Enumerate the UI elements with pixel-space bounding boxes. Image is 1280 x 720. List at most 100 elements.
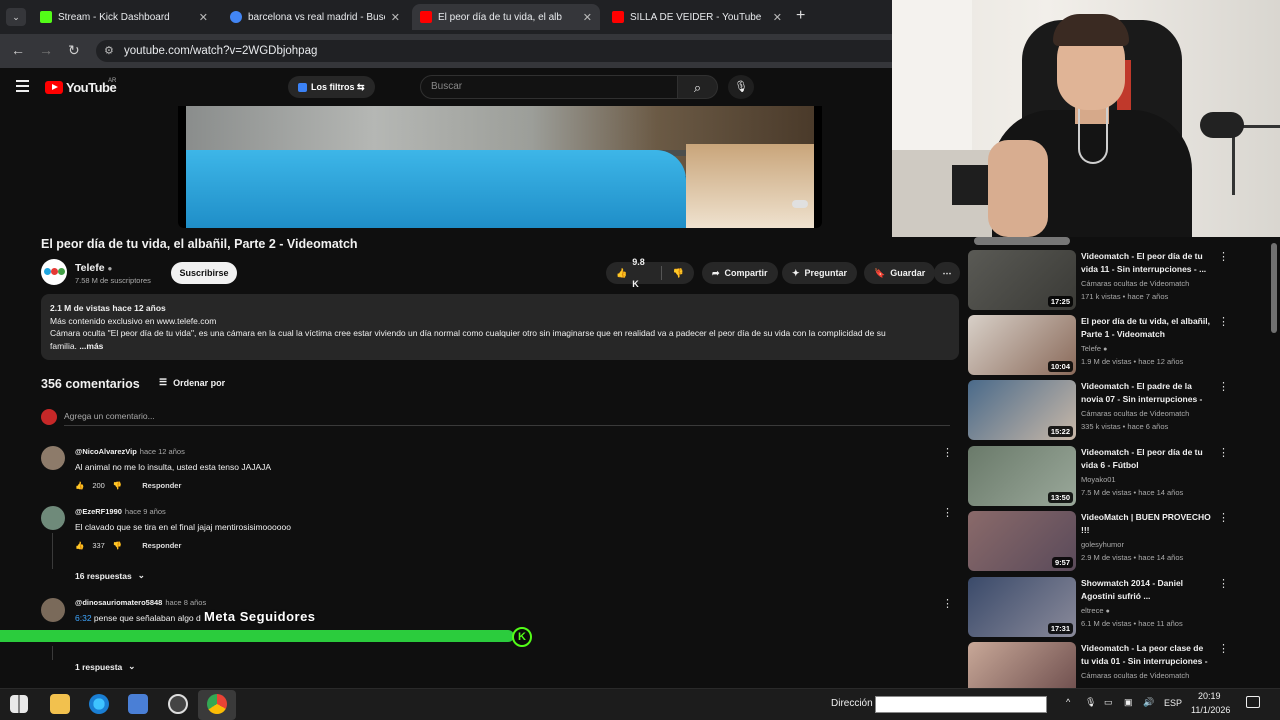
- related-video[interactable]: 17:25 Videomatch - El peor día de tu vid…: [968, 250, 1268, 310]
- share-icon: ➦: [712, 268, 720, 278]
- new-tab-button[interactable]: +: [796, 7, 805, 25]
- tab-youtube-active[interactable]: El peor día de tu vida, el alb ✕: [412, 4, 600, 30]
- forward-arrow-icon[interactable]: →: [39, 42, 53, 58]
- chrome-icon[interactable]: [207, 694, 227, 714]
- related-video[interactable]: 15:22 Videomatch - El padre de la novia …: [968, 380, 1268, 440]
- more-vertical-icon[interactable]: ⋮: [1218, 380, 1229, 393]
- notification-icon[interactable]: [1246, 696, 1260, 708]
- reply-button[interactable]: Responder: [142, 541, 181, 550]
- related-video[interactable]: 9:57 VideoMatch | BUEN PROVECHO !!! gole…: [968, 511, 1268, 571]
- video-channel: Telefe ●: [1081, 344, 1107, 353]
- clock-date[interactable]: 11/1/2026: [1191, 705, 1230, 715]
- clock-time[interactable]: 20:19: [1198, 691, 1221, 701]
- comment-avatar[interactable]: [41, 446, 65, 470]
- sort-button[interactable]: ☰ Ordenar por: [159, 377, 225, 388]
- save-button[interactable]: 🔖 Guardar: [864, 262, 936, 284]
- video-channel: Cámaras ocultas de Videomatch: [1081, 279, 1190, 288]
- subscribe-button[interactable]: Suscribirse: [171, 262, 237, 284]
- channel-avatar[interactable]: [41, 259, 67, 285]
- hamburger-menu-icon[interactable]: [16, 80, 29, 92]
- network-icon[interactable]: ▣: [1124, 697, 1133, 708]
- reply-button[interactable]: Responder: [142, 481, 181, 490]
- webcam-necklace: [1078, 106, 1108, 164]
- comment-menu-icon[interactable]: ⋮: [942, 506, 953, 519]
- close-tab-icon[interactable]: ✕: [199, 11, 208, 24]
- show-replies-button[interactable]: 16 respuestas ⌄: [75, 570, 145, 581]
- back-arrow-icon[interactable]: ←: [11, 42, 25, 58]
- tab-google-search[interactable]: barcelona vs real madrid - Busc ✕: [222, 4, 408, 30]
- comment-menu-icon[interactable]: ⋮: [942, 446, 953, 459]
- search-button[interactable]: ⌕: [678, 75, 718, 99]
- comment-author[interactable]: @EzeRF1990 hace 9 años: [75, 507, 166, 516]
- related-video[interactable]: 17:31 Showmatch 2014 - Daniel Agostini s…: [968, 577, 1268, 637]
- video-meta: 335 k vistas • hace 6 años: [1081, 422, 1169, 431]
- more-vertical-icon[interactable]: ⋮: [1218, 642, 1229, 655]
- dislike-icon[interactable]: 👎: [113, 481, 122, 490]
- more-vertical-icon[interactable]: ⋮: [1218, 446, 1229, 459]
- comment-count: 356 comentarios: [41, 377, 140, 391]
- file-explorer-icon[interactable]: [50, 694, 70, 714]
- share-button[interactable]: ➦ Compartir: [702, 262, 778, 284]
- tab-search-button[interactable]: ⌄: [6, 8, 26, 26]
- related-video[interactable]: Videomatch - La peor clase de tu vida 01…: [968, 642, 1268, 688]
- more-actions-button[interactable]: ⋯: [934, 262, 960, 284]
- comment-text: El clavado que se tira en el final jajaj…: [75, 522, 291, 532]
- obs-icon[interactable]: [168, 694, 188, 714]
- video-title: Showmatch 2014 - Daniel Agostini sufrió …: [1081, 578, 1184, 601]
- volume-icon[interactable]: 🔊: [1143, 697, 1154, 708]
- channel-name[interactable]: Telefe ●: [75, 262, 112, 274]
- tab-kick-dashboard[interactable]: Stream - Kick Dashboard ✕: [32, 4, 216, 30]
- windows-start-icon[interactable]: [10, 695, 28, 713]
- sort-label: Ordenar por: [173, 377, 226, 388]
- like-icon[interactable]: 👍: [616, 262, 627, 284]
- comment-avatar[interactable]: [41, 598, 65, 622]
- filters-button[interactable]: Los filtros ⇆: [288, 76, 375, 98]
- sidebar-scrollbar[interactable]: [1271, 243, 1277, 333]
- close-tab-icon[interactable]: ✕: [773, 11, 782, 24]
- comment-menu-icon[interactable]: ⋮: [942, 597, 953, 610]
- app-icon[interactable]: [128, 694, 148, 714]
- show-replies-button[interactable]: 1 respuesta ⌄: [75, 661, 135, 672]
- add-comment-input[interactable]: Agrega un comentario...: [64, 411, 155, 421]
- comment-author[interactable]: @NicoAlvarezVip hace 12 años: [75, 447, 185, 456]
- tab-silla-de-veider[interactable]: SILLA DE VEIDER - YouTube ✕: [604, 4, 790, 30]
- video-player[interactable]: [178, 106, 822, 228]
- comment-avatar[interactable]: [41, 506, 65, 530]
- like-icon[interactable]: 👍: [75, 541, 84, 550]
- more-vertical-icon[interactable]: ⋮: [1218, 577, 1229, 590]
- battery-icon[interactable]: ▭: [1104, 697, 1113, 708]
- microphone-icon: 🎙: [734, 81, 748, 93]
- more-vertical-icon[interactable]: ⋮: [1218, 250, 1229, 263]
- video-title: VideoMatch | BUEN PROVECHO !!!: [1081, 512, 1211, 535]
- comment-time: hace 9 años: [124, 507, 166, 516]
- timestamp-link[interactable]: 6:32: [75, 613, 92, 623]
- related-video[interactable]: 10:04 El peor día de tu vida, el albañil…: [968, 315, 1268, 375]
- voice-search-button[interactable]: 🎙: [728, 75, 754, 99]
- reload-icon[interactable]: ↻: [68, 42, 80, 59]
- dislike-icon[interactable]: 👎: [673, 262, 684, 284]
- address-bar[interactable]: youtube.com/watch?v=2WGDbjohpag: [96, 40, 892, 62]
- comment-author[interactable]: @dinosauriomatero5848 hace 8 años: [75, 598, 206, 607]
- edge-browser-icon[interactable]: [89, 694, 109, 714]
- search-input[interactable]: Buscar: [420, 75, 678, 99]
- like-count[interactable]: 9.8 K: [632, 251, 650, 295]
- more-vertical-icon[interactable]: ⋮: [1218, 511, 1229, 524]
- mic-tray-icon[interactable]: 🎙: [1085, 697, 1096, 708]
- site-info-icon[interactable]: ⚙: [104, 44, 114, 57]
- video-thumbnail: [974, 237, 1070, 245]
- like-icon[interactable]: 👍: [75, 481, 84, 490]
- more-vertical-icon[interactable]: ⋮: [1218, 315, 1229, 328]
- close-tab-icon[interactable]: ✕: [391, 11, 400, 24]
- tray-chevron-icon[interactable]: ^: [1066, 697, 1070, 707]
- dislike-icon[interactable]: 👎: [113, 541, 122, 550]
- related-video-partial[interactable]: [968, 237, 1268, 245]
- related-video[interactable]: 13:50 Videomatch - El peor día de tu vid…: [968, 446, 1268, 506]
- language-indicator[interactable]: ESP: [1164, 698, 1182, 708]
- video-description[interactable]: 2.1 M de vistas hace 12 años Más conteni…: [41, 294, 959, 360]
- close-tab-icon[interactable]: ✕: [583, 11, 592, 24]
- show-more-link[interactable]: ...más: [79, 341, 103, 351]
- ask-button[interactable]: ✦ Preguntar: [782, 262, 858, 284]
- address-toolbar-input[interactable]: [875, 696, 1047, 713]
- webcam-streamer-hair: [1053, 14, 1129, 46]
- youtube-logo[interactable]: YouTube: [45, 80, 117, 95]
